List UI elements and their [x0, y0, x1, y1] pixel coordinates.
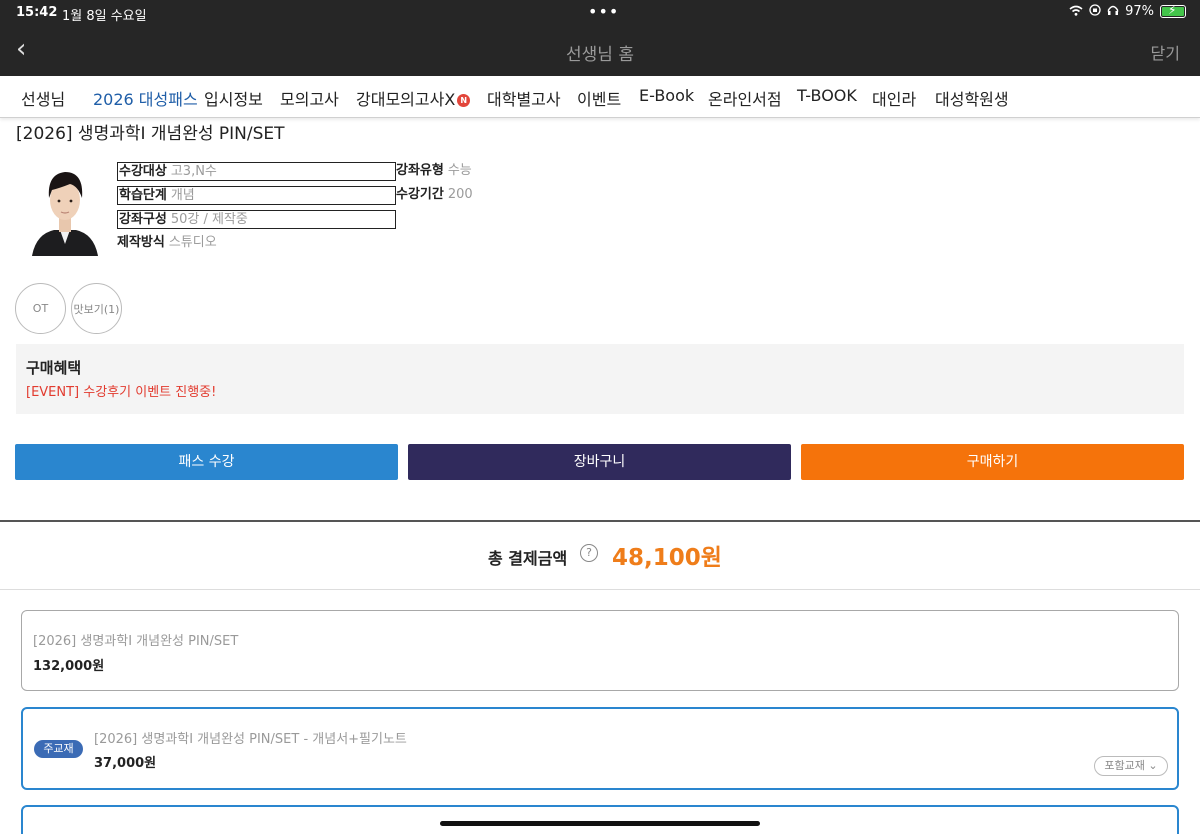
status-time: 15:42	[16, 5, 58, 20]
multitask-dots-icon[interactable]: •••	[588, 2, 619, 21]
dropdown-label: 포함교재	[1104, 759, 1145, 772]
cart-button[interactable]: 장바구니	[408, 444, 791, 480]
nav-item-ebook[interactable]: E-Book	[639, 86, 694, 105]
benefit-event-link[interactable]: [EVENT] 수강후기 이벤트 진행중!	[26, 381, 216, 400]
info-production: 제작방식 스튜디오	[117, 234, 217, 253]
info-composition: 강좌구성 50강 / 제작중	[117, 210, 396, 229]
category-nav: 선생님 2026 대성패스 입시정보 모의고사 강대모의고사X N 대학별고사 이…	[0, 76, 1200, 118]
nav-item-event[interactable]: 이벤트	[577, 86, 621, 110]
info-production-label: 제작방식	[117, 235, 165, 250]
nav-item-university-exam[interactable]: 대학별고사	[487, 86, 561, 110]
info-stage-value: 개념	[170, 188, 195, 203]
status-right: 97% ⚡	[1069, 3, 1186, 19]
page-title: 선생님 홈	[566, 45, 634, 65]
info-composition-value: 50강 / 제작중	[170, 212, 248, 227]
nav-item-tbook[interactable]: T-BOOK	[797, 86, 857, 105]
info-stage: 학습단계 개념	[117, 186, 396, 205]
info-production-value: 스튜디오	[168, 235, 217, 250]
product-card-next[interactable]	[21, 805, 1179, 834]
included-textbook-dropdown[interactable]: 포함교재 ⌄	[1094, 756, 1168, 776]
info-type-label: 강좌유형	[396, 163, 444, 178]
status-date: 1월 8일 수요일	[62, 9, 147, 24]
top-bar: 15:42 1월 8일 수요일 ••• 97% ⚡ ‹ 선생님 홈 닫기	[0, 0, 1200, 76]
info-period-value: 200	[447, 187, 473, 202]
purchase-benefit-box: 구매혜택 [EVENT] 수강후기 이벤트 진행중!	[16, 344, 1184, 414]
nav-item-teacher[interactable]: 선생님	[21, 86, 65, 110]
help-icon[interactable]: ?	[580, 544, 598, 562]
info-composition-label: 강좌구성	[119, 212, 167, 227]
course-title: [2026] 생명과학I 개념완성 PIN/SET	[16, 124, 285, 144]
product-title: [2026] 생명과학I 개념완성 PIN/SET	[33, 634, 239, 649]
nav-item-mock-exam[interactable]: 모의고사	[280, 86, 339, 110]
headphones-icon	[1107, 4, 1119, 19]
benefit-heading: 구매혜택	[26, 359, 82, 377]
product-card-course[interactable]: [2026] 생명과학I 개념완성 PIN/SET 132,000원	[21, 610, 1179, 691]
info-type-value: 수능	[447, 163, 472, 178]
info-target-label: 수강대상	[119, 164, 167, 179]
info-period-label: 수강기간	[396, 187, 444, 202]
app-header: ‹ 선생님 홈 닫기	[0, 26, 1200, 76]
chevron-down-icon: ⌄	[1148, 759, 1158, 772]
nav-item-kangdae-mock-x[interactable]: 강대모의고사X N	[356, 86, 471, 110]
orientation-lock-icon	[1089, 4, 1101, 19]
pass-enroll-button[interactable]: 패스 수강	[15, 444, 398, 480]
nav-item-daesung-pass[interactable]: 2026 대성패스	[93, 86, 198, 110]
product-price: 132,000원	[33, 659, 105, 674]
preview-ot-button[interactable]: OT	[15, 283, 66, 334]
info-target: 수강대상 고3,N수	[117, 162, 396, 181]
preview-sample-button[interactable]: 맛보기(1)	[71, 283, 122, 334]
product-price: 37,000원	[94, 756, 157, 771]
battery-icon: ⚡	[1160, 3, 1186, 18]
info-period: 수강기간 200	[396, 186, 473, 205]
total-payment: 총 결제금액 ? 48,100원	[0, 522, 1200, 590]
nav-item-academy-student[interactable]: 대성학원생	[935, 86, 1009, 110]
buy-button[interactable]: 구매하기	[801, 444, 1184, 480]
nav-item-daeinra[interactable]: 대인라	[872, 86, 916, 110]
info-type: 강좌유형 수능	[396, 162, 472, 181]
home-indicator[interactable]	[440, 821, 760, 826]
main-textbook-badge: 주교재	[34, 740, 83, 758]
nav-item-online-bookstore[interactable]: 온라인서점	[708, 86, 782, 110]
info-stage-label: 학습단계	[119, 188, 167, 203]
nav-item-label: 강대모의고사X	[356, 90, 456, 109]
total-label: 총 결제금액	[488, 549, 568, 568]
new-badge: N	[457, 94, 471, 107]
battery-percent: 97%	[1125, 4, 1154, 19]
wifi-icon	[1069, 5, 1083, 19]
teacher-avatar	[30, 160, 100, 256]
nav-item-admissions-info[interactable]: 입시정보	[204, 86, 263, 110]
close-button[interactable]: 닫기	[1151, 40, 1180, 64]
info-target-value: 고3,N수	[170, 164, 217, 179]
total-amount: 48,100원	[612, 545, 722, 571]
product-title: [2026] 생명과학I 개념완성 PIN/SET - 개념서+필기노트	[94, 732, 407, 747]
product-card-textbook[interactable]: 주교재 [2026] 생명과학I 개념완성 PIN/SET - 개념서+필기노트…	[21, 707, 1179, 790]
status-bar: 15:42 1월 8일 수요일 ••• 97% ⚡	[0, 0, 1200, 26]
